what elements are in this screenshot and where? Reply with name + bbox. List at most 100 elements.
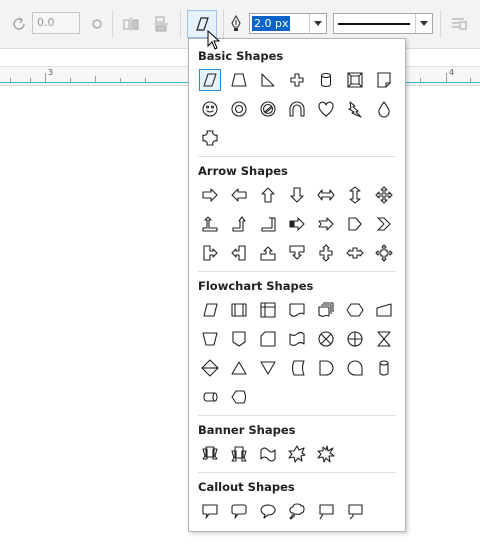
flowchart-manual-operation-icon[interactable] bbox=[199, 328, 221, 350]
cloud-callout-icon[interactable] bbox=[286, 500, 308, 522]
flowchart-sort-icon[interactable] bbox=[199, 357, 221, 379]
ribbon-up-icon[interactable] bbox=[228, 443, 250, 465]
oval-callout-icon[interactable] bbox=[257, 500, 279, 522]
smiley-icon[interactable] bbox=[199, 98, 221, 120]
cylinder-icon[interactable] bbox=[315, 69, 337, 91]
flowchart-direct-access-storage-icon[interactable] bbox=[199, 386, 221, 408]
section-divider bbox=[198, 472, 396, 473]
outline-width-value[interactable]: 2.0 px bbox=[252, 16, 291, 31]
flowchart-stored-data-icon[interactable] bbox=[286, 357, 308, 379]
rounded-rectangular-callout-icon[interactable] bbox=[228, 500, 250, 522]
donut-icon[interactable] bbox=[228, 98, 250, 120]
explosion-1-icon[interactable] bbox=[286, 443, 308, 465]
up-arrow-callout-icon[interactable] bbox=[257, 242, 279, 264]
rotate-icon bbox=[10, 14, 30, 34]
flowchart-summing-junction-icon[interactable] bbox=[315, 328, 337, 350]
parallelogram-icon[interactable] bbox=[199, 69, 221, 91]
bent-arrow-icon[interactable] bbox=[257, 213, 279, 235]
mirror-vertical-icon[interactable] bbox=[150, 13, 172, 35]
plaque-icon[interactable] bbox=[199, 127, 221, 149]
no-symbol-icon[interactable] bbox=[257, 98, 279, 120]
up-arrow-icon[interactable] bbox=[257, 184, 279, 206]
pentagon-arrow-icon[interactable] bbox=[344, 213, 366, 235]
mirror-horizontal-icon[interactable] bbox=[120, 13, 142, 35]
left-up-arrow-icon[interactable] bbox=[199, 213, 221, 235]
section-title-callout-shapes: Callout Shapes bbox=[198, 480, 295, 494]
section-title-banner-shapes: Banner Shapes bbox=[198, 423, 296, 437]
teardrop-icon[interactable] bbox=[373, 98, 395, 120]
ruler-tick bbox=[30, 78, 31, 82]
lightning-icon[interactable] bbox=[344, 98, 366, 120]
up-down-arrow-icon[interactable] bbox=[344, 184, 366, 206]
left-arrow-icon[interactable] bbox=[228, 184, 250, 206]
quad-arrow-callout-icon[interactable] bbox=[373, 242, 395, 264]
flowchart-extract-icon[interactable] bbox=[228, 357, 250, 379]
ruler-tick bbox=[10, 78, 11, 82]
flowchart-card-icon[interactable] bbox=[257, 328, 279, 350]
right-arrow-callout-icon[interactable] bbox=[199, 242, 221, 264]
left-right-arrow-icon[interactable] bbox=[315, 184, 337, 206]
folded-corner-icon[interactable] bbox=[373, 69, 395, 91]
ruler-label: 4 bbox=[449, 68, 455, 77]
ruler-tick bbox=[45, 73, 46, 82]
mouse-cursor-icon bbox=[207, 29, 221, 53]
flowchart-delay-icon[interactable] bbox=[315, 357, 337, 379]
flowchart-internal-storage-icon[interactable] bbox=[257, 299, 279, 321]
bent-up-arrow-icon[interactable] bbox=[228, 213, 250, 235]
flowchart-preparation-icon[interactable] bbox=[344, 299, 366, 321]
flowchart-sequential-access-storage-icon[interactable] bbox=[344, 357, 366, 379]
ruler-tick bbox=[470, 78, 471, 82]
toolbar-separator bbox=[112, 10, 113, 38]
flowchart-off-page-connector-icon[interactable] bbox=[228, 328, 250, 350]
trapezoid-icon[interactable] bbox=[228, 69, 250, 91]
flowchart-display-icon[interactable] bbox=[228, 386, 250, 408]
toolbar-separator bbox=[180, 10, 181, 38]
ruler-label: 3 bbox=[48, 68, 54, 77]
frame-icon[interactable] bbox=[344, 69, 366, 91]
rotation-angle-input[interactable]: 0.0 bbox=[32, 12, 80, 34]
flowchart-or-icon[interactable] bbox=[344, 328, 366, 350]
left-right-arrow-callout-icon[interactable] bbox=[344, 242, 366, 264]
flowchart-data-icon[interactable] bbox=[199, 299, 221, 321]
pen-nib-icon bbox=[227, 13, 245, 35]
ribbon-down-icon[interactable] bbox=[199, 443, 221, 465]
arch-icon[interactable] bbox=[286, 98, 308, 120]
flowchart-magnetic-disk-icon[interactable] bbox=[373, 357, 395, 379]
up-down-arrow-callout-icon[interactable] bbox=[315, 242, 337, 264]
line-style-select[interactable] bbox=[333, 13, 433, 34]
down-arrow-callout-icon[interactable] bbox=[286, 242, 308, 264]
ruler-tick bbox=[420, 78, 421, 82]
left-arrow-callout-icon[interactable] bbox=[228, 242, 250, 264]
line-callout-2-icon[interactable] bbox=[344, 500, 366, 522]
quad-arrow-icon[interactable] bbox=[373, 184, 395, 206]
chevron-down-icon[interactable] bbox=[415, 14, 432, 33]
cross-icon[interactable] bbox=[286, 69, 308, 91]
chevron-icon[interactable] bbox=[373, 213, 395, 235]
striped-right-arrow-icon[interactable] bbox=[286, 213, 308, 235]
down-arrow-icon[interactable] bbox=[286, 184, 308, 206]
section-divider bbox=[198, 156, 396, 157]
outline-width-select[interactable]: 2.0 px bbox=[249, 13, 327, 34]
right-arrow-icon[interactable] bbox=[199, 184, 221, 206]
flowchart-predefined-process-icon[interactable] bbox=[228, 299, 250, 321]
section-divider bbox=[198, 415, 396, 416]
rectangular-callout-icon[interactable] bbox=[199, 500, 221, 522]
wave-icon[interactable] bbox=[257, 443, 279, 465]
perfect-shapes-dropdown: Basic Shapes Arrow Shapes Flowchart Shap… bbox=[188, 38, 406, 532]
line-style-preview bbox=[338, 23, 410, 25]
wrap-text-icon[interactable] bbox=[448, 13, 470, 35]
flowchart-collate-icon[interactable] bbox=[373, 328, 395, 350]
flowchart-manual-input-icon[interactable] bbox=[373, 299, 395, 321]
heart-icon[interactable] bbox=[315, 98, 337, 120]
ruler-tick bbox=[120, 78, 121, 82]
section-divider bbox=[198, 271, 396, 272]
flowchart-document-icon[interactable] bbox=[286, 299, 308, 321]
notched-right-arrow-icon[interactable] bbox=[315, 213, 337, 235]
right-triangle-icon[interactable] bbox=[257, 69, 279, 91]
flowchart-merge-icon[interactable] bbox=[257, 357, 279, 379]
flowchart-multi-document-icon[interactable] bbox=[315, 299, 337, 321]
line-callout-1-icon[interactable] bbox=[315, 500, 337, 522]
chevron-down-icon[interactable] bbox=[309, 14, 326, 33]
flowchart-punched-tape-icon[interactable] bbox=[286, 328, 308, 350]
explosion-2-icon[interactable] bbox=[315, 443, 337, 465]
